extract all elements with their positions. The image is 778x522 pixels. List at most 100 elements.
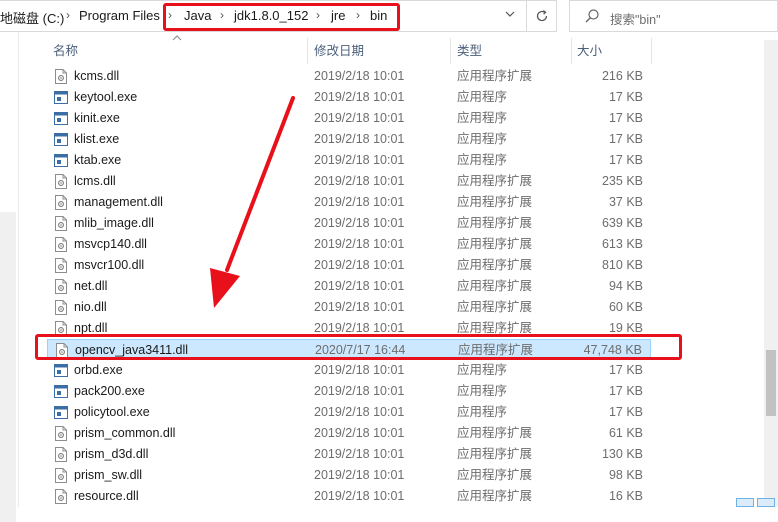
dll-file-icon: [55, 69, 67, 84]
file-type: 应用程序: [457, 111, 508, 125]
table-row[interactable]: orbd.exe 2019/2/18 10:01 应用程序 17 KB: [47, 360, 651, 381]
file-date: 2019/2/18 10:01: [314, 279, 405, 293]
table-row[interactable]: kcms.dll 2019/2/18 10:01 应用程序扩展 216 KB: [47, 66, 651, 87]
file-size: 130 KB: [601, 447, 643, 461]
file-type: 应用程序扩展: [457, 174, 533, 188]
application-icon: [54, 154, 68, 167]
file-size: 810 KB: [601, 258, 643, 272]
search-icon: [585, 9, 599, 23]
file-name: resource.dll: [74, 489, 139, 503]
file-name: msvcr100.dll: [74, 258, 145, 272]
refresh-button[interactable]: [527, 0, 557, 32]
file-type: 应用程序: [457, 384, 508, 398]
file-date: 2019/2/18 10:01: [314, 405, 405, 419]
details-view-icon[interactable]: [736, 498, 754, 507]
dll-file-icon: [55, 447, 67, 462]
file-date: 2019/2/18 10:01: [314, 489, 405, 503]
file-date: 2019/2/18 10:01: [314, 132, 405, 146]
dll-file-icon: [55, 468, 67, 483]
table-row[interactable]: prism_common.dll 2019/2/18 10:01 应用程序扩展 61 …: [47, 423, 651, 444]
vertical-scrollbar[interactable]: [764, 40, 778, 507]
file-size: 17 KB: [608, 90, 643, 104]
file-type: 应用程序扩展: [457, 237, 533, 251]
table-row[interactable]: policytool.exe 2019/2/18 10:01 应用程序 17 KB: [47, 402, 651, 423]
table-row[interactable]: lcms.dll 2019/2/18 10:01 应用程序扩展 235 KB: [47, 171, 651, 192]
application-icon: [54, 133, 68, 146]
search-placeholder[interactable]: 搜索"bin": [610, 9, 661, 28]
file-date: 2019/2/18 10:01: [314, 258, 405, 272]
application-icon: [54, 364, 68, 377]
column-divider[interactable]: [571, 38, 572, 64]
table-row[interactable]: prism_sw.dll 2019/2/18 10:01 应用程序扩展 98 KB: [47, 465, 651, 486]
table-row[interactable]: resource.dll 2019/2/18 10:01 应用程序扩展 16 KB: [47, 486, 651, 507]
table-row[interactable]: msvcr100.dll 2019/2/18 10:01 应用程序扩展 810 KB: [47, 255, 651, 276]
file-type: 应用程序扩展: [457, 69, 533, 83]
nav-scrollbar[interactable]: [0, 212, 16, 522]
scrollbar-thumb[interactable]: [766, 350, 776, 416]
file-name: kcms.dll: [74, 69, 120, 83]
table-row[interactable]: klist.exe 2019/2/18 10:01 应用程序 17 KB: [47, 129, 651, 150]
file-type: 应用程序扩展: [457, 279, 533, 293]
column-divider[interactable]: [450, 38, 451, 64]
breadcrumb-drive[interactable]: 地磁盘 (C:): [0, 8, 64, 27]
file-name: prism_sw.dll: [74, 468, 143, 482]
chevron-down-icon[interactable]: [500, 9, 520, 25]
column-divider[interactable]: [651, 38, 652, 64]
file-name: nio.dll: [74, 300, 107, 314]
column-header-date[interactable]: 修改日期: [314, 38, 364, 64]
file-name: orbd.exe: [74, 363, 123, 377]
file-date: 2019/2/18 10:01: [314, 237, 405, 251]
breadcrumb-highlight-box: [163, 3, 400, 31]
file-size: 37 KB: [608, 195, 643, 209]
file-type: 应用程序扩展: [457, 468, 533, 482]
file-type: 应用程序扩展: [457, 216, 533, 230]
file-name: klist.exe: [74, 132, 120, 146]
application-icon: [54, 91, 68, 104]
table-row[interactable]: mlib_image.dll 2019/2/18 10:01 应用程序扩展 639 K…: [47, 213, 651, 234]
table-row[interactable]: prism_d3d.dll 2019/2/18 10:01 应用程序扩展 130 KB: [47, 444, 651, 465]
file-size: 16 KB: [608, 489, 643, 503]
table-row[interactable]: management.dll 2019/2/18 10:01 应用程序扩展 37 KB: [47, 192, 651, 213]
file-date: 2019/2/18 10:01: [314, 384, 405, 398]
file-date: 2019/2/18 10:01: [314, 447, 405, 461]
file-name: policytool.exe: [74, 405, 150, 419]
table-row[interactable]: net.dll 2019/2/18 10:01 应用程序扩展 94 KB: [47, 276, 651, 297]
file-date: 2019/2/18 10:01: [314, 363, 405, 377]
dll-file-icon: [55, 216, 67, 231]
search-box[interactable]: 搜索"bin": [569, 0, 778, 32]
file-date: 2019/2/18 10:01: [314, 69, 405, 83]
dll-file-icon: [55, 237, 67, 252]
dll-file-icon: [55, 489, 67, 504]
file-type: 应用程序: [457, 90, 508, 104]
column-header-type[interactable]: 类型: [457, 38, 482, 64]
file-size: 60 KB: [608, 300, 643, 314]
dll-file-icon: [55, 300, 67, 315]
breadcrumb-program-files[interactable]: Program Files: [79, 8, 160, 23]
file-date: 2019/2/18 10:01: [314, 153, 405, 167]
file-size: 216 KB: [601, 69, 643, 83]
table-row[interactable]: ktab.exe 2019/2/18 10:01 应用程序 17 KB: [47, 150, 651, 171]
file-name: pack200.exe: [74, 384, 145, 398]
application-icon: [54, 385, 68, 398]
file-name: net.dll: [74, 279, 108, 293]
column-header-name[interactable]: 名称: [53, 38, 78, 64]
file-size: 17 KB: [608, 363, 643, 377]
table-row[interactable]: kinit.exe 2019/2/18 10:01 应用程序 17 KB: [47, 108, 651, 129]
navigation-pane[interactable]: [0, 32, 19, 522]
breadcrumb-separator[interactable]: ›: [66, 8, 70, 22]
file-name: prism_common.dll: [74, 426, 176, 440]
column-header-size[interactable]: 大小: [577, 38, 602, 64]
table-row[interactable]: pack200.exe 2019/2/18 10:01 应用程序 17 KB: [47, 381, 651, 402]
column-divider[interactable]: [307, 38, 308, 64]
file-type: 应用程序扩展: [457, 195, 533, 209]
file-date: 2019/2/18 10:01: [314, 426, 405, 440]
file-size: 17 KB: [608, 405, 643, 419]
large-icons-view-icon[interactable]: [757, 498, 775, 507]
table-row[interactable]: nio.dll 2019/2/18 10:01 应用程序扩展 60 KB: [47, 297, 651, 318]
file-size: 613 KB: [601, 237, 643, 251]
file-size: 94 KB: [608, 279, 643, 293]
file-date: 2019/2/18 10:01: [314, 174, 405, 188]
table-row[interactable]: keytool.exe 2019/2/18 10:01 应用程序 17 KB: [47, 87, 651, 108]
table-row[interactable]: msvcp140.dll 2019/2/18 10:01 应用程序扩展 613 KB: [47, 234, 651, 255]
file-size: 639 KB: [601, 216, 643, 230]
